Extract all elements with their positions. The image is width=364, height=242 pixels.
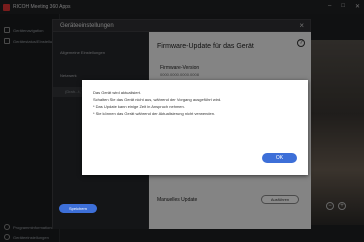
- update-dialog: Das Gerät wird aktualisiert. Schalten Si…: [82, 80, 308, 175]
- dialog-message-line: Schalten Sie das Gerät nicht aus, währen…: [93, 97, 222, 102]
- ok-button[interactable]: OK: [262, 153, 297, 163]
- dialog-message-line: * Das Update kann einige Zeit in Anspruc…: [93, 104, 185, 109]
- dialog-message-line: Das Gerät wird aktualisiert.: [93, 90, 142, 95]
- dialog-message-line: * Sie können das Gerät während der Aktua…: [93, 111, 216, 116]
- save-button: Speichern: [59, 204, 97, 213]
